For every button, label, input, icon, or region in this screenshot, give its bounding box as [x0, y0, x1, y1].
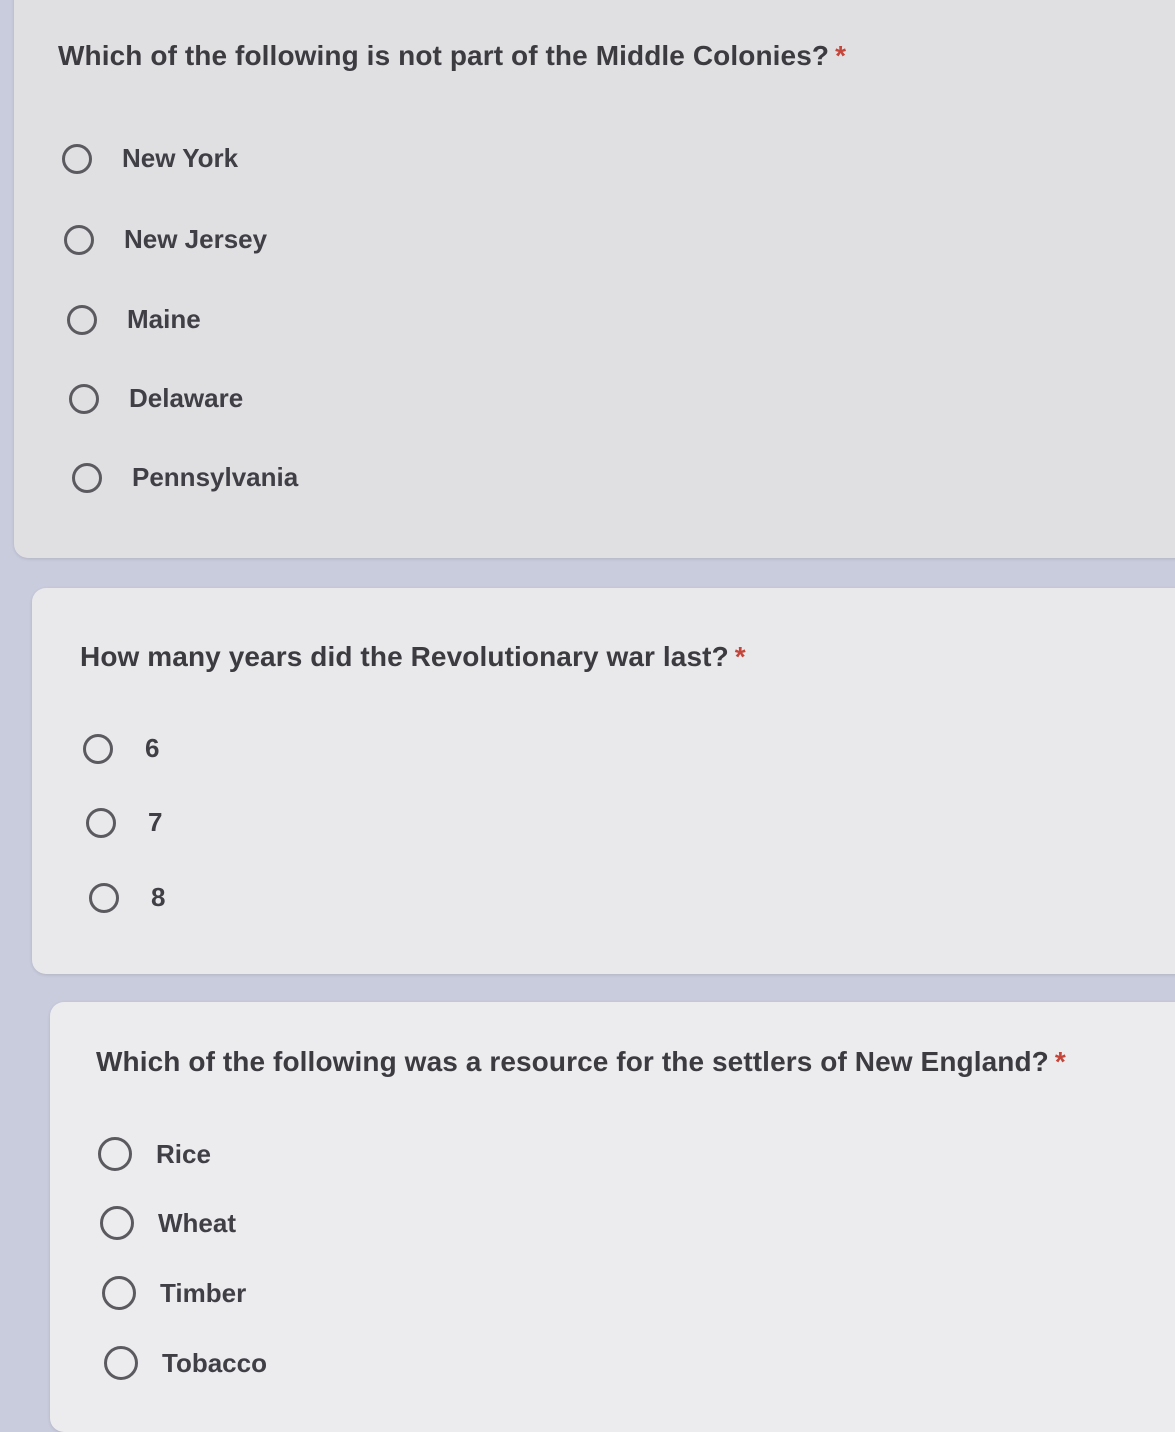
radio-button-icon[interactable]	[100, 1206, 134, 1240]
radio-button-icon[interactable]	[67, 304, 97, 335]
radio-option-new-york[interactable]: New York	[62, 143, 238, 174]
option-label: Rice	[156, 1138, 211, 1169]
question-text: Which of the following is not part of th…	[58, 40, 830, 71]
question-title-1: Which of the following is not part of th…	[58, 40, 846, 72]
required-asterisk: *	[835, 40, 847, 71]
option-label: Tobacco	[162, 1347, 267, 1378]
radio-button-icon[interactable]	[89, 882, 119, 913]
radio-option-7[interactable]: 7	[86, 807, 162, 838]
question-title-2: How many years did the Revolutionary war…	[80, 641, 746, 673]
radio-button-icon[interactable]	[102, 1276, 136, 1310]
radio-button-icon[interactable]	[72, 462, 102, 493]
radio-option-delaware[interactable]: Delaware	[69, 383, 243, 414]
option-label: 8	[151, 882, 166, 912]
radio-button-icon[interactable]	[86, 807, 116, 838]
radio-option-pennsylvania[interactable]: Pennsylvania	[72, 462, 298, 493]
radio-button-icon[interactable]	[98, 1137, 132, 1171]
radio-option-rice[interactable]: Rice	[98, 1137, 211, 1171]
option-label: New Jersey	[124, 224, 268, 254]
radio-button-icon[interactable]	[104, 1346, 138, 1380]
radio-option-6[interactable]: 6	[83, 733, 159, 764]
radio-option-new-jersey[interactable]: New Jersey	[64, 224, 267, 255]
option-label: Wheat	[158, 1207, 236, 1238]
required-asterisk: *	[1054, 1046, 1066, 1077]
radio-option-8[interactable]: 8	[89, 882, 165, 913]
question-text: Which of the following was a resource fo…	[96, 1046, 1049, 1077]
radio-button-icon[interactable]	[83, 733, 113, 764]
option-label: Maine	[127, 304, 201, 334]
radio-option-maine[interactable]: Maine	[67, 304, 201, 335]
option-label: Delaware	[129, 383, 244, 413]
radio-button-icon[interactable]	[69, 383, 99, 414]
option-label: New York	[122, 143, 239, 173]
required-asterisk: *	[734, 641, 746, 672]
option-label: 6	[145, 733, 160, 763]
radio-option-timber[interactable]: Timber	[102, 1276, 246, 1310]
option-label: 7	[148, 807, 163, 837]
question-title-3: Which of the following was a resource fo…	[96, 1046, 1066, 1078]
radio-option-wheat[interactable]: Wheat	[100, 1206, 236, 1240]
option-label: Timber	[160, 1277, 247, 1308]
question-text: How many years did the Revolutionary war…	[80, 641, 729, 672]
radio-option-tobacco[interactable]: Tobacco	[104, 1346, 267, 1380]
option-label: Pennsylvania	[132, 462, 299, 492]
radio-button-icon[interactable]	[64, 224, 94, 255]
radio-button-icon[interactable]	[62, 143, 92, 174]
